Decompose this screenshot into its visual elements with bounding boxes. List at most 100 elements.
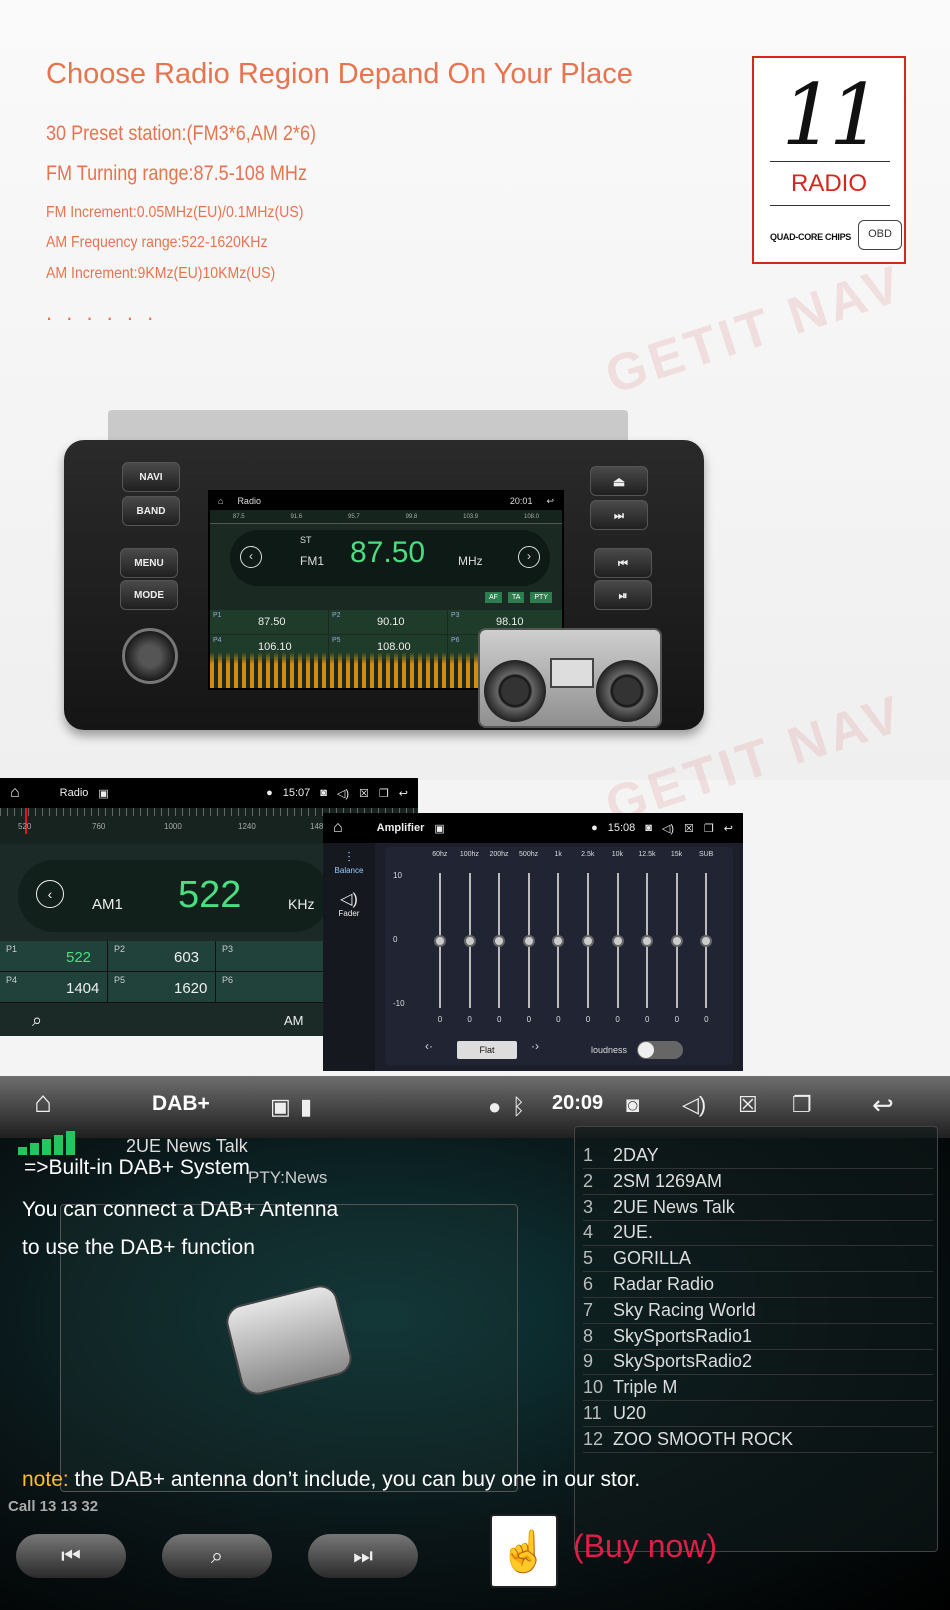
station-list-item[interactable]: 6 Radar Radio — [583, 1272, 933, 1298]
next-icon[interactable]: ⏭ — [308, 1534, 418, 1578]
eq-slider[interactable] — [670, 873, 683, 1008]
back-icon[interactable]: ↩ — [724, 822, 733, 835]
next-preset-icon[interactable]: ·› — [531, 1039, 539, 1053]
seek-back-icon[interactable]: ‹ — [240, 546, 262, 568]
eq-slider-thumb[interactable] — [522, 935, 535, 947]
preset-1[interactable]: P1 87.50 — [210, 610, 328, 634]
navi-button[interactable]: NAVI — [122, 462, 180, 492]
obd-icon: OBD — [858, 220, 902, 250]
eq-slider-thumb[interactable] — [700, 935, 713, 947]
eq-slider[interactable] — [611, 873, 624, 1008]
windows-icon[interactable]: ❐ — [704, 822, 714, 835]
preset-2[interactable]: P2 603 — [108, 941, 215, 971]
camera-icon[interactable]: ◙ — [320, 787, 327, 799]
previous-preset-icon[interactable]: ‹· — [425, 1039, 433, 1053]
band-toggle-button[interactable]: AM — [284, 1013, 304, 1028]
menu-button[interactable]: MENU — [120, 548, 178, 578]
close-icon[interactable]: ☒ — [738, 1092, 758, 1118]
eject-icon[interactable]: ⏏ — [590, 466, 648, 496]
eq-slider[interactable] — [641, 873, 654, 1008]
eq-band-label: 100hz — [459, 851, 479, 858]
previous-icon[interactable]: ⏮ — [16, 1534, 126, 1578]
eq-slider[interactable] — [552, 873, 565, 1008]
preset-2[interactable]: P2 90.10 — [329, 610, 447, 634]
preset-5[interactable]: P5 1620 — [108, 972, 215, 1002]
station-list-item[interactable]: 3 2UE News Talk — [583, 1195, 933, 1221]
home-icon[interactable]: ⌂ — [10, 784, 20, 802]
eq-value: 0 — [496, 1015, 502, 1024]
badge-chips-text: QUAD-CORE CHIPS — [770, 232, 852, 242]
preset-value: 98.10 — [496, 616, 524, 628]
station-list-item[interactable]: 9 SkySportsRadio2 — [583, 1349, 933, 1376]
eq-slider[interactable] — [522, 873, 535, 1008]
seek-forward-icon[interactable]: › — [518, 546, 540, 568]
camera-icon[interactable]: ◙ — [626, 1092, 639, 1118]
speaker-icon[interactable]: ◁) — [323, 889, 375, 909]
eq-slider-thumb[interactable] — [670, 935, 683, 947]
windows-icon[interactable]: ❐ — [792, 1092, 812, 1118]
ta-tag[interactable]: TA — [507, 592, 525, 603]
preset-label: P4 — [213, 637, 222, 644]
close-icon[interactable]: ☒ — [684, 822, 694, 835]
station-name: Radar Radio — [613, 1274, 715, 1294]
volume-icon[interactable]: ◁) — [337, 787, 349, 800]
home-icon[interactable]: ⌂ — [333, 819, 343, 837]
skip-next-icon[interactable]: ⏭ — [590, 500, 648, 530]
eq-slider-thumb[interactable] — [493, 935, 506, 947]
mode-button[interactable]: MODE — [120, 580, 178, 610]
station-list-item[interactable]: 12 ZOO SMOOTH ROCK — [583, 1427, 933, 1453]
eq-slider[interactable] — [700, 873, 713, 1008]
station-list-item[interactable]: 4 2UE. — [583, 1220, 933, 1247]
station-name: Triple M — [613, 1377, 678, 1398]
eq-slider-thumb[interactable] — [434, 935, 446, 947]
station-list-item[interactable]: 5 GORILLA — [583, 1246, 933, 1273]
eq-slider[interactable] — [582, 873, 594, 1008]
buy-now-link[interactable]: (Buy now) — [573, 1528, 717, 1565]
back-icon[interactable]: ↩ — [872, 1090, 894, 1121]
balance-tab[interactable]: Balance — [323, 866, 375, 875]
close-icon[interactable]: ☒ — [359, 787, 369, 800]
station-list-item[interactable]: 1 2DAY — [583, 1143, 933, 1169]
eq-preset-button[interactable]: Flat — [457, 1041, 517, 1059]
skip-prev-icon[interactable]: ⏮ — [594, 548, 652, 578]
pty-tag[interactable]: PTY — [530, 592, 552, 603]
eq-slider-thumb[interactable] — [582, 935, 594, 947]
preset-4[interactable]: P4 1404 — [0, 972, 107, 1002]
loudness-toggle[interactable] — [637, 1041, 683, 1059]
home-icon[interactable]: ⌂ — [218, 496, 223, 506]
windows-icon[interactable]: ❐ — [379, 787, 389, 800]
search-icon[interactable]: ⌕ — [32, 1010, 42, 1031]
back-icon[interactable]: ↩ — [399, 787, 408, 800]
preset-6[interactable]: P6 — [216, 972, 323, 1002]
preset-3[interactable]: P3 — [216, 941, 323, 971]
band-button[interactable]: BAND — [122, 496, 180, 526]
station-list-item[interactable]: 7 Sky Racing World — [583, 1298, 933, 1324]
preset-1[interactable]: P1 522 — [0, 941, 107, 971]
station-list-item[interactable]: 2 2SM 1269AM — [583, 1169, 933, 1195]
eq-slider-thumb[interactable] — [552, 935, 565, 947]
eq-slider-thumb[interactable] — [641, 935, 654, 947]
af-tag[interactable]: AF — [484, 592, 502, 603]
eq-slider-thumb[interactable] — [611, 935, 624, 947]
stereo-indicator: ST — [300, 535, 312, 545]
eq-slider[interactable] — [434, 873, 446, 1008]
station-list-item[interactable]: 10 Triple M — [583, 1375, 933, 1402]
note-text: the DAB+ antenna don’t include, you can … — [68, 1468, 641, 1491]
camera-icon[interactable]: ◙ — [645, 822, 652, 834]
home-icon[interactable]: ⌂ — [34, 1086, 52, 1120]
station-list-item[interactable]: 8 SkySportsRadio1 — [583, 1324, 933, 1350]
volume-icon[interactable]: ◁) — [682, 1092, 706, 1118]
fader-tab[interactable]: Fader — [323, 909, 375, 918]
search-icon[interactable]: ⌕ — [162, 1534, 272, 1578]
eq-slider[interactable] — [493, 873, 506, 1008]
hand-pointer-icon[interactable]: ☝ — [490, 1514, 558, 1588]
volume-icon[interactable]: ◁) — [662, 822, 674, 835]
seek-back-icon[interactable]: ‹ — [36, 880, 64, 908]
eq-slider-thumb[interactable] — [463, 935, 476, 947]
volume-knob[interactable] — [122, 628, 178, 684]
balance-icon[interactable]: ⫶ — [323, 849, 375, 866]
play-pause-icon[interactable]: ⏯ — [594, 580, 652, 610]
station-list-item[interactable]: 11 U20 — [583, 1401, 933, 1427]
back-icon[interactable]: ↩ — [546, 496, 554, 507]
eq-slider[interactable] — [463, 873, 476, 1008]
